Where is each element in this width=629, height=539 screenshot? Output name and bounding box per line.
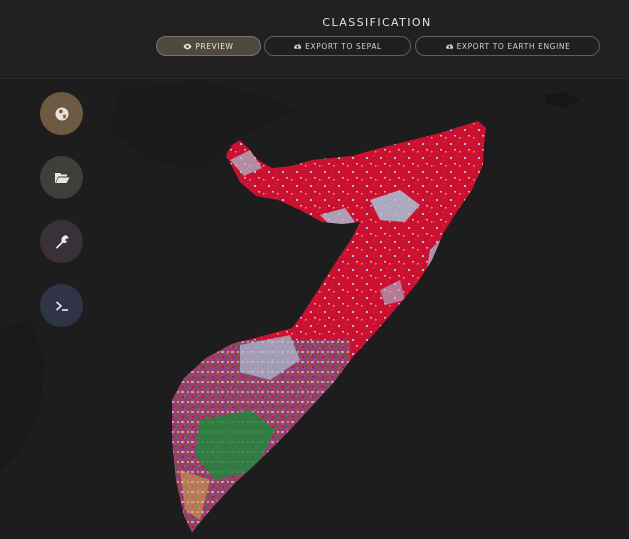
cloud-upload-icon xyxy=(445,43,453,49)
folder-open-icon xyxy=(54,172,69,183)
export-to-earth-engine-label: EXPORT TO EARTH ENGINE xyxy=(456,41,571,51)
globe-button[interactable] xyxy=(40,92,83,135)
export-to-earth-engine-button[interactable]: EXPORT TO EARTH ENGINE xyxy=(415,36,600,56)
export-to-sepal-button[interactable]: EXPORT TO SEPAL xyxy=(264,36,411,56)
export-to-sepal-label: EXPORT TO SEPAL xyxy=(305,41,382,51)
terminal-button[interactable] xyxy=(40,284,83,327)
globe-icon xyxy=(55,107,68,120)
header-bar: CLASSIFICATION PREVIEW EXPORT TO SEPAL E… xyxy=(0,0,629,79)
preview-button[interactable]: PREVIEW xyxy=(156,36,261,56)
map-stage[interactable]: CLASSIFICATION PREVIEW EXPORT TO SEPAL E… xyxy=(0,0,629,539)
eye-icon xyxy=(183,43,192,49)
cloud-upload-icon xyxy=(294,43,302,49)
basemap-background xyxy=(0,0,629,539)
section-title: CLASSIFICATION xyxy=(322,16,432,29)
wrench-icon xyxy=(55,234,68,249)
preview-button-label: PREVIEW xyxy=(195,41,234,51)
open-folder-button[interactable] xyxy=(40,156,83,199)
map-canvas[interactable] xyxy=(0,0,629,539)
tools-button[interactable] xyxy=(40,220,83,263)
terminal-icon xyxy=(55,300,68,311)
